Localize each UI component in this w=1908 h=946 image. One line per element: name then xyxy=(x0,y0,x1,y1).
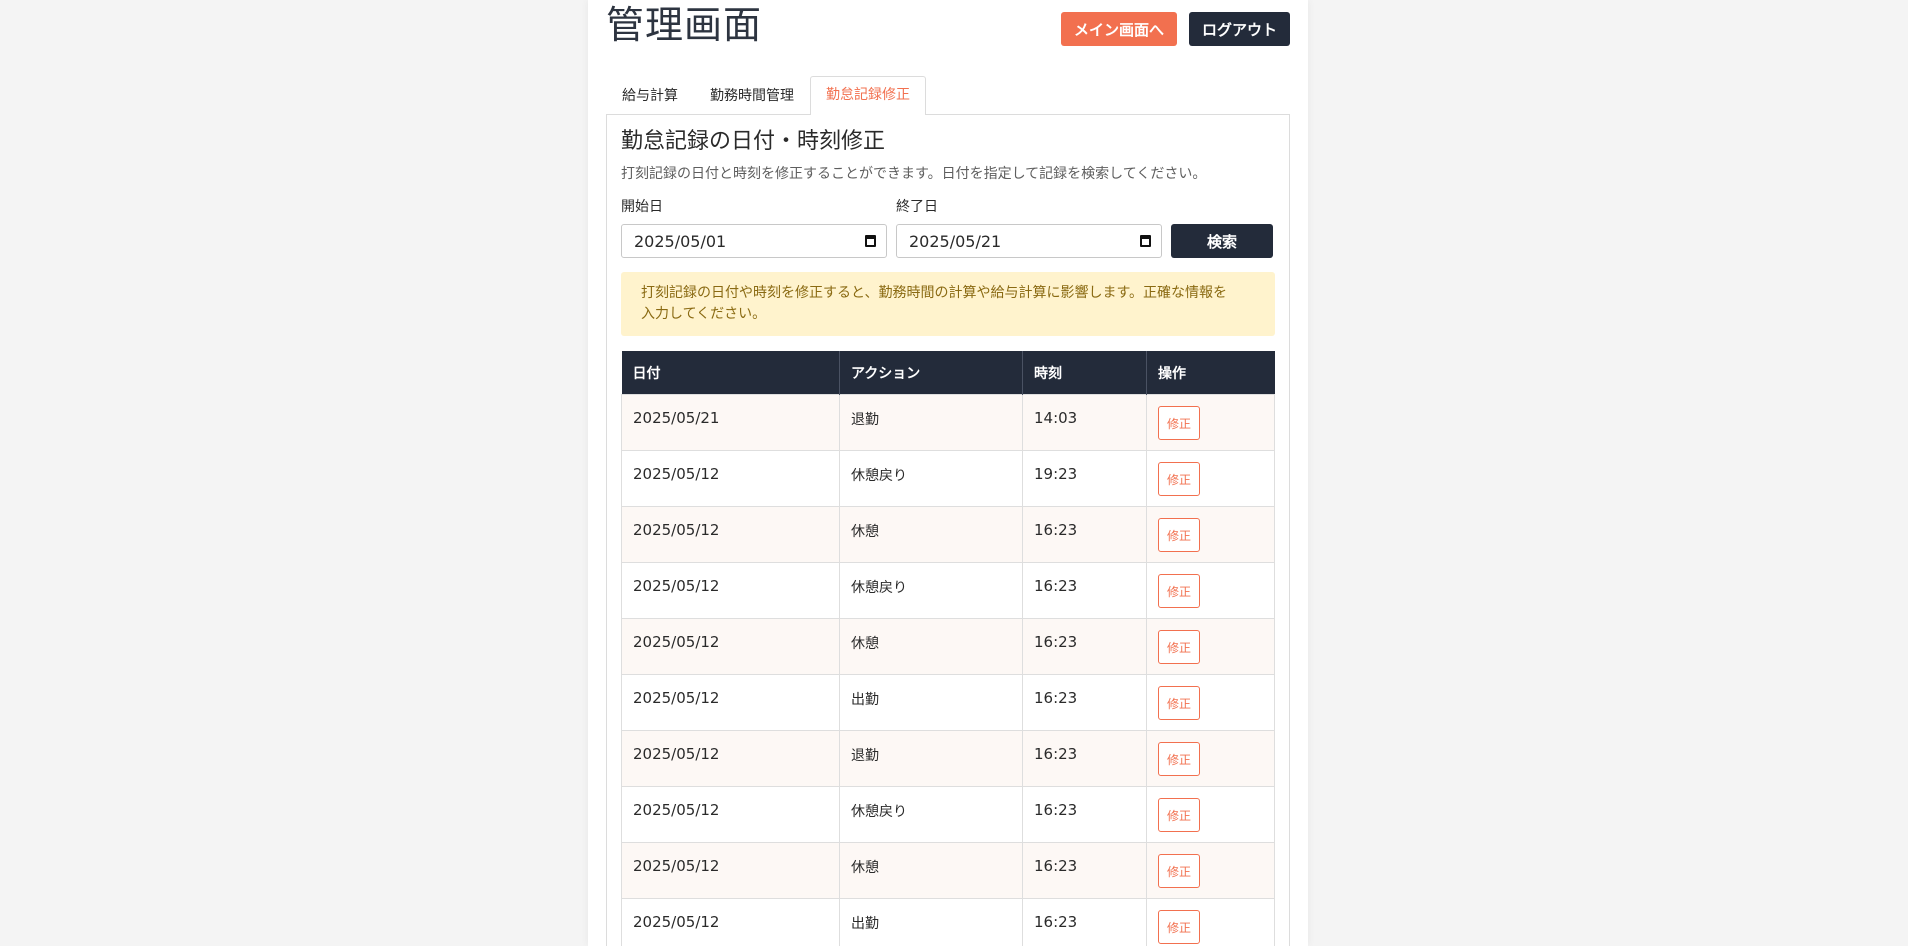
cell-operation: 修正 xyxy=(1146,898,1275,946)
edit-button[interactable]: 修正 xyxy=(1158,518,1200,552)
header-actions: メイン画面へ ログアウト xyxy=(1060,12,1290,46)
cell-time: 16:23 xyxy=(1022,842,1147,899)
cell-action: 退勤 xyxy=(839,730,1023,787)
table-row: 2025/05/12 退勤 16:23 修正 xyxy=(621,730,1275,787)
cell-action: 休憩 xyxy=(839,506,1023,563)
cell-date: 2025/05/12 xyxy=(621,842,840,899)
calendar-icon[interactable] xyxy=(865,235,876,247)
cell-operation: 修正 xyxy=(1146,562,1275,619)
calendar-icon[interactable] xyxy=(1140,235,1151,247)
tab-payroll[interactable]: 給与計算 xyxy=(606,77,694,114)
edit-button[interactable]: 修正 xyxy=(1158,742,1200,776)
cell-time: 16:23 xyxy=(1022,674,1147,731)
end-date-input[interactable]: 2025/05/21 xyxy=(896,224,1162,258)
search-button[interactable]: 検索 xyxy=(1171,224,1273,258)
page-header: 管理画面 メイン画面へ ログアウト xyxy=(606,0,1290,60)
cell-date: 2025/05/21 xyxy=(621,394,840,451)
edit-button[interactable]: 修正 xyxy=(1158,630,1200,664)
section-description: 打刻記録の日付と時刻を修正することができます。日付を指定して記録を検索してくださ… xyxy=(621,166,1207,182)
cell-operation: 修正 xyxy=(1146,506,1275,563)
cell-date: 2025/05/12 xyxy=(621,562,840,619)
cell-action: 休憩戻り xyxy=(839,786,1023,843)
table-row: 2025/05/12 休憩 16:23 修正 xyxy=(621,842,1275,899)
edit-button[interactable]: 修正 xyxy=(1158,798,1200,832)
column-header-date: 日付 xyxy=(621,351,840,395)
table-row: 2025/05/21 退勤 14:03 修正 xyxy=(621,394,1275,451)
admin-page: 管理画面 メイン画面へ ログアウト 給与計算 勤務時間管理 勤怠記録修正 勤怠記… xyxy=(588,0,1308,946)
tab-bar: 給与計算 勤務時間管理 勤怠記録修正 xyxy=(606,76,1290,115)
warning-line-1: 打刻記録の日付や時刻を修正すると、勤務時間の計算や給与計算に影響します。正確な情… xyxy=(641,285,1228,301)
table-row: 2025/05/12 休憩 16:23 修正 xyxy=(621,618,1275,675)
column-header-time: 時刻 xyxy=(1022,351,1147,395)
cell-time: 16:23 xyxy=(1022,506,1147,563)
table-row: 2025/05/12 休憩戻り 19:23 修正 xyxy=(621,450,1275,507)
attendance-fix-panel: 勤怠記録の日付・時刻修正 打刻記録の日付と時刻を修正することができます。日付を指… xyxy=(606,114,1290,946)
start-date-value: 2025/05/01 xyxy=(634,231,727,251)
cell-action: 休憩 xyxy=(839,842,1023,899)
edit-button[interactable]: 修正 xyxy=(1158,910,1200,944)
warning-line-2: 入力してください。 xyxy=(641,306,767,322)
start-date-label: 開始日 xyxy=(621,199,663,215)
cell-date: 2025/05/12 xyxy=(621,506,840,563)
cell-date: 2025/05/12 xyxy=(621,786,840,843)
main-screen-button[interactable]: メイン画面へ xyxy=(1060,12,1177,46)
column-header-action: アクション xyxy=(839,351,1023,395)
cell-action: 休憩 xyxy=(839,618,1023,675)
table-row: 2025/05/12 休憩 16:23 修正 xyxy=(621,506,1275,563)
start-date-field: 開始日 2025/05/01 xyxy=(621,196,887,258)
cell-action: 退勤 xyxy=(839,394,1023,451)
tab-attendance-fix[interactable]: 勤怠記録修正 xyxy=(810,76,926,115)
cell-operation: 修正 xyxy=(1146,786,1275,843)
cell-action: 出勤 xyxy=(839,674,1023,731)
logout-button[interactable]: ログアウト xyxy=(1188,12,1290,46)
cell-date: 2025/05/12 xyxy=(621,674,840,731)
search-form: 開始日 2025/05/01 終了日 2025/05/21 検索 xyxy=(621,196,1275,258)
section-title: 勤怠記録の日付・時刻修正 xyxy=(621,129,886,154)
edit-button[interactable]: 修正 xyxy=(1158,686,1200,720)
cell-action: 休憩戻り xyxy=(839,562,1023,619)
table-row: 2025/05/12 休憩戻り 16:23 修正 xyxy=(621,562,1275,619)
edit-button[interactable]: 修正 xyxy=(1158,574,1200,608)
edit-button[interactable]: 修正 xyxy=(1158,406,1200,440)
cell-operation: 修正 xyxy=(1146,450,1275,507)
table-body: 2025/05/21 退勤 14:03 修正 2025/05/12 休憩戻り 1… xyxy=(621,394,1275,946)
cell-time: 16:23 xyxy=(1022,730,1147,787)
column-header-operation: 操作 xyxy=(1146,351,1275,395)
cell-operation: 修正 xyxy=(1146,842,1275,899)
cell-date: 2025/05/12 xyxy=(621,450,840,507)
edit-button[interactable]: 修正 xyxy=(1158,854,1200,888)
table-row: 2025/05/12 出勤 16:23 修正 xyxy=(621,898,1275,946)
cell-action: 休憩戻り xyxy=(839,450,1023,507)
tab-work-hours[interactable]: 勤務時間管理 xyxy=(694,77,810,114)
cell-time: 16:23 xyxy=(1022,562,1147,619)
cell-time: 19:23 xyxy=(1022,450,1147,507)
cell-time: 16:23 xyxy=(1022,898,1147,946)
table-header: 日付 アクション 時刻 操作 xyxy=(621,351,1275,395)
cell-time: 14:03 xyxy=(1022,394,1147,451)
start-date-input[interactable]: 2025/05/01 xyxy=(621,224,887,258)
end-date-field: 終了日 2025/05/21 xyxy=(896,196,1162,258)
cell-action: 出勤 xyxy=(839,898,1023,946)
page-title: 管理画面 xyxy=(606,3,763,47)
table-row: 2025/05/12 休憩戻り 16:23 修正 xyxy=(621,786,1275,843)
cell-operation: 修正 xyxy=(1146,674,1275,731)
attendance-table: 日付 アクション 時刻 操作 2025/05/21 退勤 14:03 修正 20… xyxy=(621,351,1275,946)
edit-button[interactable]: 修正 xyxy=(1158,462,1200,496)
cell-date: 2025/05/12 xyxy=(621,730,840,787)
cell-operation: 修正 xyxy=(1146,618,1275,675)
end-date-label: 終了日 xyxy=(896,199,938,215)
cell-date: 2025/05/12 xyxy=(621,898,840,946)
cell-operation: 修正 xyxy=(1146,730,1275,787)
table-row: 2025/05/12 出勤 16:23 修正 xyxy=(621,674,1275,731)
end-date-value: 2025/05/21 xyxy=(909,231,1002,251)
cell-time: 16:23 xyxy=(1022,786,1147,843)
cell-date: 2025/05/12 xyxy=(621,618,840,675)
cell-time: 16:23 xyxy=(1022,618,1147,675)
warning-alert: 打刻記録の日付や時刻を修正すると、勤務時間の計算や給与計算に影響します。正確な情… xyxy=(621,272,1275,336)
cell-operation: 修正 xyxy=(1146,394,1275,451)
